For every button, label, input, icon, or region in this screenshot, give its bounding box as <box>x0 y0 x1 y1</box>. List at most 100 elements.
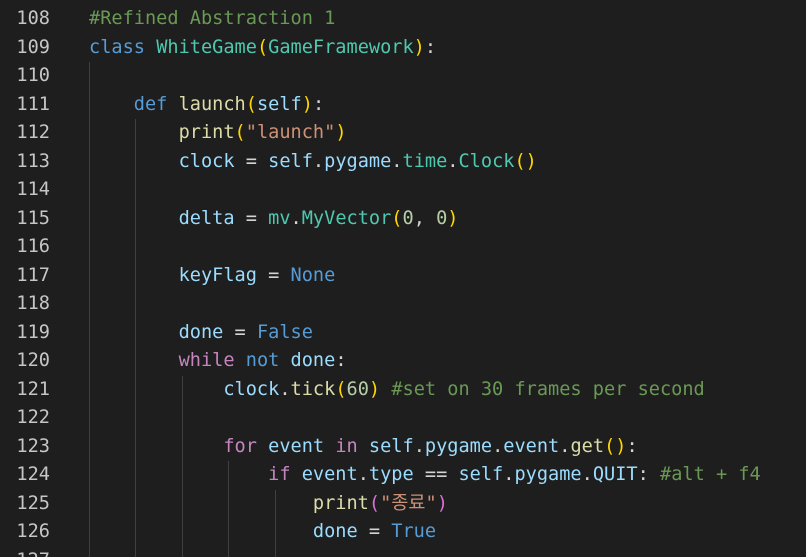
code-token: class <box>89 36 145 58</box>
code-token: if <box>268 464 291 485</box>
code-text: if event.type == self.pygame.QUIT: #alt … <box>89 461 761 490</box>
line-number: 108 <box>16 8 50 29</box>
code-token: ( <box>391 207 403 229</box>
code-token: not <box>245 350 280 371</box>
code-token: ) <box>368 378 381 400</box>
code-token: QUIT <box>592 464 638 485</box>
code-token: print <box>178 122 235 143</box>
code-token: 60 <box>346 378 369 400</box>
line-number: 116 <box>16 236 50 257</box>
code-line[interactable]: 120 while not done: <box>0 347 806 376</box>
code-token: self <box>458 464 504 485</box>
line-number: 113 <box>16 150 50 172</box>
code-text: clock = self.pygame.time.Clock() <box>89 148 537 177</box>
code-token: . <box>447 150 459 172</box>
code-token: pygame <box>514 464 582 485</box>
code-token: . <box>581 464 593 485</box>
code-token: def <box>133 93 168 115</box>
code-token: Clock <box>458 150 515 172</box>
line-number: 115 <box>16 207 50 229</box>
code-token: . <box>559 435 571 457</box>
code-token: in <box>335 435 358 457</box>
code-token: . <box>492 435 504 457</box>
code-token: "launch" <box>245 122 336 143</box>
code-text: clock.tick(60) #set on 30 frames per sec… <box>89 376 704 405</box>
code-token: self <box>368 435 414 457</box>
code-line[interactable]: 127 <box>0 547 806 557</box>
code-text: print("launch") <box>89 119 347 148</box>
code-token: event <box>268 435 325 457</box>
code-text: #Refined Abstraction 1 <box>89 5 335 34</box>
code-token: clock <box>223 378 280 400</box>
code-token: False <box>256 321 313 343</box>
code-token: mv <box>268 207 291 229</box>
code-token: ) <box>436 492 448 514</box>
code-token: == <box>413 464 459 485</box>
code-token: ( <box>245 93 257 115</box>
code-line[interactable]: 118 <box>0 290 806 319</box>
code-line[interactable]: 122 <box>0 404 806 433</box>
code-token: #alt + f4 <box>660 464 761 485</box>
code-line[interactable]: 125 print("종료") <box>0 490 806 519</box>
code-line[interactable]: 108 #Refined Abstraction 1 <box>0 5 806 34</box>
code-token: . <box>312 150 325 172</box>
code-token: tick <box>290 378 336 400</box>
code-token: ( <box>335 378 347 400</box>
code-token: clock <box>178 150 235 172</box>
line-number: 110 <box>16 65 50 86</box>
code-line[interactable]: 110 <box>0 62 806 91</box>
line-number: 124 <box>16 464 50 485</box>
code-line[interactable]: 124 if event.type == self.pygame.QUIT: #… <box>0 461 806 490</box>
code-token: "종료" <box>380 492 437 514</box>
code-token: ( <box>234 122 246 143</box>
code-line[interactable]: 114 <box>0 176 806 205</box>
code-line[interactable]: 109 class WhiteGame(GameFramework): <box>0 34 806 63</box>
code-line[interactable]: 113 clock = self.pygame.time.Clock() <box>0 148 806 177</box>
code-token: launch <box>178 93 246 115</box>
code-line[interactable]: 126 done = True <box>0 518 806 547</box>
code-line[interactable]: 119 done = False <box>0 319 806 348</box>
code-token: = <box>234 207 269 229</box>
line-number: 117 <box>16 264 50 286</box>
line-number: 120 <box>16 350 50 371</box>
code-token: . <box>503 464 515 485</box>
code-line[interactable]: 112 print("launch") <box>0 119 806 148</box>
line-number: 126 <box>16 521 50 542</box>
code-line[interactable]: 117 keyFlag = None <box>0 262 806 291</box>
code-token: event <box>301 464 358 485</box>
code-token: keyFlag <box>178 264 257 286</box>
code-line[interactable]: 123 for event in self.pygame.event.get()… <box>0 433 806 462</box>
code-token: . <box>279 378 291 400</box>
code-text: done = True <box>89 518 436 547</box>
code-token: = <box>357 521 392 542</box>
code-token: MyVector <box>301 207 392 229</box>
code-line[interactable]: 115 delta = mv.MyVector(0, 0) <box>0 205 806 234</box>
code-token: event <box>503 435 560 457</box>
code-token: . <box>391 150 403 172</box>
code-token: type <box>368 464 414 485</box>
code-line[interactable]: 111 def launch(self): <box>0 91 806 120</box>
code-line[interactable]: 116 <box>0 233 806 262</box>
code-text: print("종료") <box>89 490 448 519</box>
code-text: delta = mv.MyVector(0, 0) <box>89 205 459 234</box>
line-number: 114 <box>16 179 50 200</box>
code-token: True <box>391 521 437 542</box>
code-token: delta <box>178 207 235 229</box>
code-token: ) <box>335 122 347 143</box>
line-number: 122 <box>16 407 50 428</box>
code-token: , <box>413 207 437 229</box>
code-text: while not done: <box>89 347 347 376</box>
code-editor[interactable]: 108 #Refined Abstraction 1 109 class WhiteG… <box>0 0 806 557</box>
code-token: ) <box>413 36 425 58</box>
code-token: 0 <box>436 207 448 229</box>
code-line[interactable]: 121 clock.tick(60) #set on 30 frames per… <box>0 376 806 405</box>
